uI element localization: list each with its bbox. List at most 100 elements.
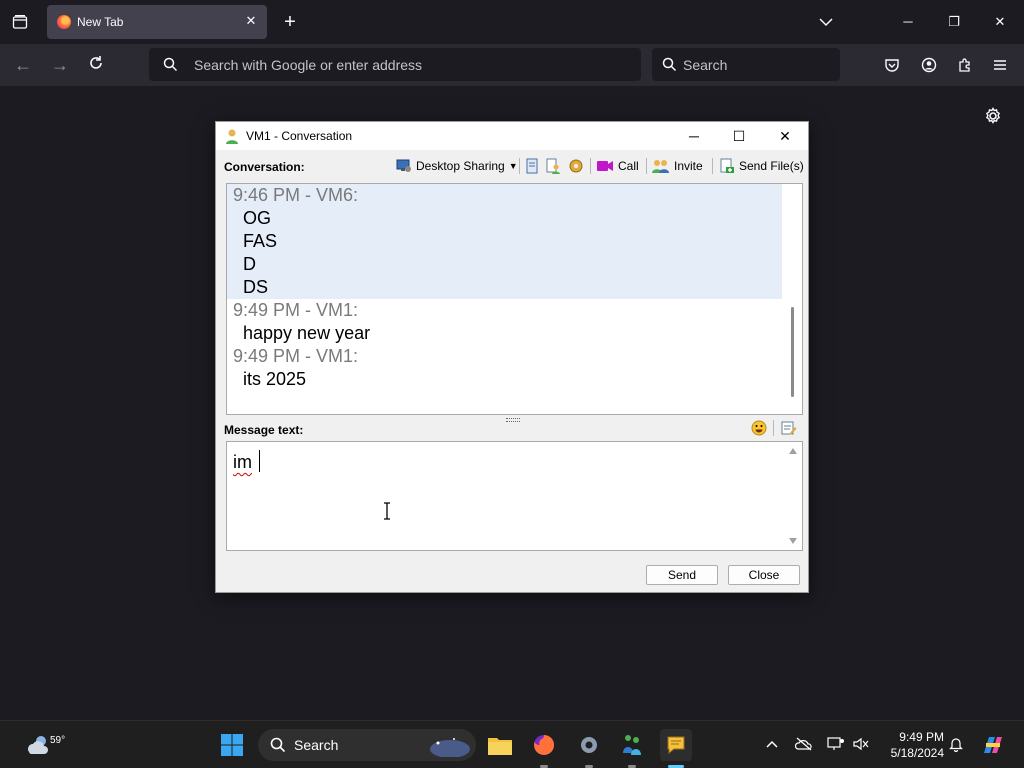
taskbar-search[interactable]: Search bbox=[258, 729, 476, 761]
firefox-taskbar-icon[interactable] bbox=[528, 729, 560, 761]
history-scrollbar-thumb[interactable] bbox=[791, 307, 794, 397]
message-header: 9:49 PM - VM1: bbox=[233, 346, 359, 366]
windows-logo-icon bbox=[221, 734, 243, 756]
search-icon bbox=[662, 57, 677, 72]
close-button[interactable]: Close bbox=[728, 565, 800, 585]
maximize-icon[interactable]: ☐ bbox=[729, 126, 749, 146]
toolbar-divider bbox=[646, 158, 647, 174]
address-bar-placeholder: Search with Google or enter address bbox=[194, 57, 423, 73]
menu-icon[interactable] bbox=[989, 54, 1011, 76]
search-bar[interactable]: Search bbox=[652, 48, 840, 81]
weather-widget[interactable]: 59° bbox=[18, 729, 65, 761]
onedrive-offline-icon[interactable] bbox=[795, 735, 813, 753]
font-edit-icon[interactable] bbox=[781, 420, 797, 436]
new-tab-button[interactable]: + bbox=[278, 10, 302, 34]
call-label: Call bbox=[618, 159, 639, 173]
invite-users-icon bbox=[652, 160, 669, 173]
emoticon-icon[interactable] bbox=[751, 420, 767, 436]
taskbar: 59° Search 9:49 PM 5/18/2024 bbox=[0, 720, 1024, 768]
copilot-icon[interactable] bbox=[977, 729, 1009, 761]
message-item: 9:49 PM - VM1: its 2025 bbox=[233, 345, 358, 391]
message-line: D bbox=[243, 254, 256, 274]
minimize-icon[interactable]: ─ bbox=[898, 12, 918, 32]
notification-bell-icon[interactable] bbox=[947, 735, 965, 753]
tab-new-tab[interactable]: New Tab ✕ bbox=[47, 5, 267, 39]
browser-toolbar: ← → Search with Google or enter address … bbox=[0, 44, 1024, 86]
volume-muted-icon[interactable] bbox=[852, 735, 870, 753]
message-header: 9:46 PM - VM6: bbox=[233, 185, 359, 205]
message-input-text: im bbox=[233, 452, 252, 472]
send-file-icon bbox=[720, 158, 734, 173]
desktop-sharing-label: Desktop Sharing bbox=[416, 159, 505, 173]
account-icon[interactable] bbox=[918, 54, 940, 76]
scroll-up-icon[interactable] bbox=[789, 448, 797, 454]
dropdown-arrow-icon: ▼ bbox=[508, 161, 518, 171]
network-app-taskbar-icon[interactable] bbox=[616, 729, 648, 761]
display-network-icon[interactable] bbox=[827, 735, 845, 753]
pane-splitter-handle[interactable] bbox=[506, 418, 520, 422]
message-header: 9:49 PM - VM1: bbox=[233, 300, 359, 320]
send-button[interactable]: Send bbox=[646, 565, 718, 585]
document-user-icon[interactable] bbox=[545, 158, 561, 174]
firefox-view-icon[interactable] bbox=[6, 8, 34, 36]
send-files-button[interactable]: Send File(s) bbox=[719, 157, 804, 175]
address-bar[interactable]: Search with Google or enter address bbox=[149, 48, 641, 81]
extensions-icon[interactable] bbox=[954, 54, 976, 76]
message-line: FAS bbox=[243, 231, 278, 251]
input-scrollbar[interactable] bbox=[784, 442, 802, 550]
scroll-down-icon[interactable] bbox=[789, 538, 797, 544]
settings-gear-icon[interactable] bbox=[568, 158, 584, 174]
pocket-icon[interactable] bbox=[881, 54, 903, 76]
close-window-icon[interactable]: ✕ bbox=[990, 12, 1010, 32]
start-button[interactable] bbox=[216, 729, 248, 761]
history-scrollbar[interactable] bbox=[782, 184, 802, 414]
send-files-label: Send File(s) bbox=[739, 159, 804, 173]
message-input[interactable]: im bbox=[226, 441, 803, 551]
forward-arrow-icon[interactable]: → bbox=[49, 54, 71, 76]
toolbar-divider bbox=[519, 158, 520, 174]
invite-label: Invite bbox=[674, 159, 703, 173]
close-tab-icon[interactable]: ✕ bbox=[243, 13, 259, 29]
restore-icon[interactable]: ❐ bbox=[944, 12, 964, 32]
conversation-titlebar[interactable]: VM1 - Conversation ─ ☐ ✕ bbox=[216, 122, 808, 150]
search-bar-placeholder: Search bbox=[683, 57, 728, 73]
browser-tab-bar: New Tab ✕ + ─ ❐ ✕ bbox=[0, 0, 1024, 44]
invite-button[interactable]: Invite bbox=[652, 157, 703, 175]
system-clock[interactable]: 9:49 PM 5/18/2024 bbox=[880, 729, 944, 761]
conversation-label: Conversation: bbox=[224, 160, 305, 174]
notebook-icon[interactable] bbox=[524, 158, 540, 174]
call-button[interactable]: Call bbox=[596, 157, 639, 175]
minimize-icon[interactable]: ─ bbox=[684, 126, 704, 146]
video-camera-icon bbox=[597, 161, 613, 171]
user-icon bbox=[226, 129, 238, 144]
chat-app-taskbar-icon[interactable] bbox=[660, 729, 692, 761]
chevron-up-icon[interactable] bbox=[763, 735, 781, 753]
message-item: 9:46 PM - VM6: OG FAS D DS bbox=[233, 184, 358, 299]
message-line: happy new year bbox=[243, 323, 371, 343]
reload-icon[interactable] bbox=[85, 54, 107, 76]
settings-taskbar-icon[interactable] bbox=[573, 729, 605, 761]
firefox-favicon-icon bbox=[57, 15, 71, 29]
tab-title: New Tab bbox=[77, 15, 124, 29]
clock-time: 9:49 PM bbox=[899, 730, 944, 744]
toolbar-divider bbox=[590, 158, 591, 174]
conversation-history[interactable]: 9:46 PM - VM6: OG FAS D DS 9:49 PM - VM1… bbox=[226, 183, 803, 415]
text-caret bbox=[259, 450, 260, 472]
clock-date: 5/18/2024 bbox=[890, 746, 944, 760]
chevron-down-icon[interactable] bbox=[814, 12, 838, 32]
desktop-sharing-button[interactable]: Desktop Sharing ▼ bbox=[396, 157, 518, 175]
toolbar-divider bbox=[773, 420, 774, 436]
message-line: DS bbox=[243, 277, 269, 297]
weather-temperature: 59° bbox=[50, 735, 66, 746]
back-arrow-icon[interactable]: ← bbox=[12, 54, 34, 76]
taskbar-search-label: Search bbox=[294, 737, 339, 753]
desktop-sharing-icon bbox=[396, 159, 411, 172]
search-highlight-icon bbox=[430, 738, 470, 757]
gear-icon[interactable] bbox=[981, 104, 1005, 128]
close-window-icon[interactable]: ✕ bbox=[775, 126, 795, 146]
file-explorer-taskbar-icon[interactable] bbox=[484, 729, 516, 761]
search-icon bbox=[163, 57, 178, 72]
ibeam-cursor-icon bbox=[384, 502, 390, 520]
message-line: its 2025 bbox=[243, 369, 307, 389]
message-line: OG bbox=[243, 208, 272, 228]
